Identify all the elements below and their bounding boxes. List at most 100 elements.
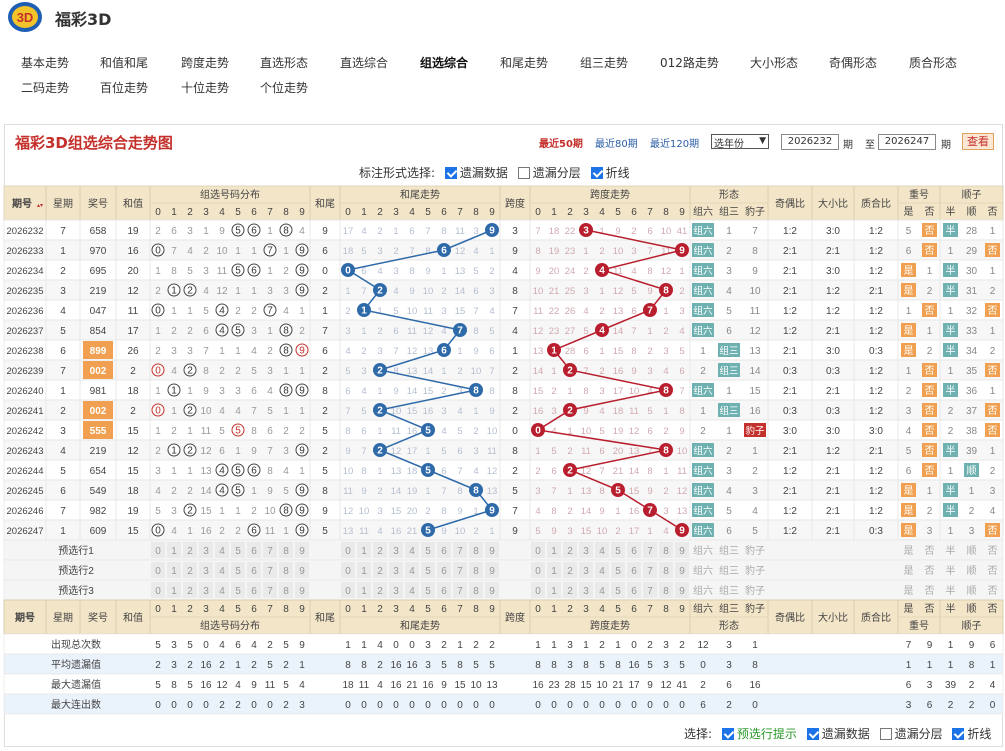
shape-cell: 组三 xyxy=(719,365,738,377)
tailtrend-cell: 2 xyxy=(361,346,366,357)
spantrend-cell: 1 xyxy=(535,446,540,457)
preselect-hint-label[interactable]: 预选行提示 xyxy=(737,727,797,741)
spantrend-cell: 8 xyxy=(535,246,540,257)
tailtrend-cell: 2 xyxy=(377,226,382,237)
tailtrend-cell: 7 xyxy=(457,466,462,477)
span-cell: 0 xyxy=(512,426,518,437)
footer-group-header-sub: 2 xyxy=(187,604,193,615)
bottom-missing-label[interactable]: 遗漏数据 xyxy=(822,727,870,741)
tailtrend-cell: 14 xyxy=(407,386,418,397)
bottom-layer-label[interactable]: 遗漏分层 xyxy=(895,727,943,741)
stats-seq: 6 xyxy=(990,640,996,651)
group-cell: 5 xyxy=(155,506,161,517)
stats-span: 21 xyxy=(612,680,624,691)
bottom-line-label[interactable]: 折线 xyxy=(967,727,991,741)
tailtrend-cell: 14 xyxy=(455,286,466,297)
group-cell: 5 xyxy=(235,486,241,497)
group-cell: 9 xyxy=(251,446,257,457)
stats-group: 2 xyxy=(235,700,241,711)
group-cell: 1 xyxy=(171,306,177,317)
group-cell: 1 xyxy=(267,326,273,337)
stats-tail: 11 xyxy=(359,680,370,691)
trend-ball-label: 0 xyxy=(345,266,351,277)
footer-shape-header-sub: 组三 xyxy=(719,602,739,615)
seq-cell: 33 xyxy=(966,326,978,337)
preselect-digit: 9 xyxy=(489,586,495,597)
group-cell: 6 xyxy=(203,326,209,337)
tailtrend-cell: 10 xyxy=(471,366,482,377)
preselect-digit: 0 xyxy=(345,546,351,557)
stats-tail: 21 xyxy=(406,680,418,691)
preselect-digit: 9 xyxy=(299,586,305,597)
spantrend-cell: 7 xyxy=(535,226,540,237)
dup-cell: 否 xyxy=(925,225,935,237)
seq-cell: 2 xyxy=(948,406,954,417)
stats-group: 4 xyxy=(299,680,305,691)
tailtrend-cell: 2 xyxy=(393,246,398,257)
seq-cell: 1 xyxy=(948,526,954,537)
oe-cell: 1:2 xyxy=(783,306,797,317)
dup-cell: 2 xyxy=(927,506,933,517)
tailtrend-cell: 6 xyxy=(361,426,366,437)
tailtrend-cell: 7 xyxy=(361,446,366,457)
group-cell: 4 xyxy=(219,406,225,417)
prize-cell: 219 xyxy=(90,446,107,457)
sort-icon[interactable]: ▴▾ xyxy=(37,203,43,209)
seq-cell: 34 xyxy=(966,346,978,357)
spantrend-cell: 20 xyxy=(613,446,624,457)
prize-cell: 695 xyxy=(90,266,107,277)
preselect-dup: 是 xyxy=(904,585,914,597)
preselect-seq: 半 xyxy=(946,564,956,577)
footer-group-header-sub: 1 xyxy=(171,604,177,615)
bottom-missing-checkbox[interactable] xyxy=(806,728,819,740)
spantrend-cell: 19 xyxy=(613,426,624,437)
prize-cell: 899 xyxy=(90,346,107,357)
preselect-hint-checkbox[interactable] xyxy=(721,728,734,740)
tailtrend-cell: 6 xyxy=(393,326,398,337)
group-cell: 1 xyxy=(235,506,241,517)
preselect-digit: 7 xyxy=(647,566,653,577)
tailtrend-cell: 1 xyxy=(361,326,366,337)
seq-header: 顺子 xyxy=(962,189,982,201)
spantrend-header-sub: 1 xyxy=(551,207,557,218)
stats-seq: 1 xyxy=(948,640,954,651)
oe-cell: 2:1 xyxy=(783,286,797,297)
preselect-digit: 7 xyxy=(457,566,463,577)
stats-tail: 4 xyxy=(377,680,383,691)
tailtrend-cell: 9 xyxy=(457,506,462,517)
stats-span: 3 xyxy=(663,640,669,651)
dup-cell: 2 xyxy=(927,346,933,357)
footer-group-header-sub: 7 xyxy=(267,604,273,615)
footer-spantrend-header: 跨度走势 xyxy=(590,619,630,632)
group-cell: 5 xyxy=(187,266,193,277)
footer-tailtrend-header-sub: 1 xyxy=(361,604,367,615)
tailtrend-header-sub: 3 xyxy=(393,207,399,218)
span-cell: 9 xyxy=(512,526,518,537)
group-cell: 9 xyxy=(299,246,305,257)
group-header-sub: 6 xyxy=(251,207,257,218)
tailtrend-cell: 17 xyxy=(343,226,354,237)
group-cell: 8 xyxy=(251,426,257,437)
bottom-layer-checkbox[interactable] xyxy=(879,728,892,740)
tailtrend-cell: 4 xyxy=(457,406,462,417)
stats-tail: 0 xyxy=(473,700,479,711)
tailtrend-header-sub: 1 xyxy=(361,207,367,218)
shape-header-sub: 组三 xyxy=(719,205,739,218)
bottom-line-checkbox[interactable] xyxy=(952,728,965,740)
group-cell: 4 xyxy=(235,406,241,417)
issue-cell: 2026232 xyxy=(7,226,44,237)
group-cell: 5 xyxy=(235,226,241,237)
week-cell: 1 xyxy=(60,246,66,257)
dup-cell: 1 xyxy=(927,266,933,277)
stats-shape: 16 xyxy=(749,680,761,691)
bs-cell: 1:2 xyxy=(826,306,840,317)
stats-seq: 8 xyxy=(969,660,975,671)
preselect-digit: 7 xyxy=(267,566,273,577)
prize-cell: 549 xyxy=(90,486,107,497)
span-cell: 9 xyxy=(512,246,518,257)
bs-cell: 2:1 xyxy=(826,246,840,257)
dup-cell: 是 xyxy=(904,265,914,277)
tailtrend-cell: 2 xyxy=(457,366,462,377)
shape-cell: 组六 xyxy=(693,445,713,457)
seq-cell: 1 xyxy=(990,226,996,237)
